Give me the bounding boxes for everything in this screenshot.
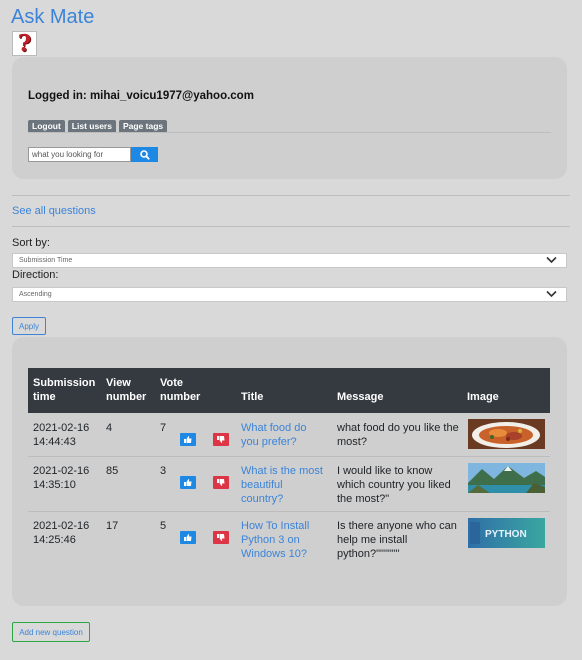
divider <box>28 456 550 457</box>
sort-by-value: Submission Time <box>19 257 73 264</box>
cell-message: what food do you like the most? <box>337 422 459 448</box>
question-image <box>468 419 545 449</box>
header-title: Title <box>241 391 264 403</box>
apply-button[interactable]: Apply <box>12 317 46 335</box>
vote-up-button[interactable] <box>180 531 196 544</box>
question-logo-icon: ? <box>12 31 37 56</box>
header-image: Image <box>467 391 499 403</box>
question-title-link[interactable]: What is the most beautiful country? <box>241 464 326 506</box>
question-title-link[interactable]: How To Install Python 3 on Windows 10? <box>241 519 329 561</box>
cell-submission-time: 2021-02-16 14:44:43 <box>33 422 90 448</box>
cell-submission-time: 2021-02-16 14:25:46 <box>33 520 90 546</box>
cell-view-number: 85 <box>106 465 119 477</box>
thumbs-down-icon <box>217 436 225 443</box>
vote-down-button[interactable] <box>213 433 229 446</box>
divider <box>28 511 550 512</box>
python-banner-text: PYTHON <box>485 529 527 540</box>
chevron-down-icon <box>546 290 557 298</box>
vote-up-button[interactable] <box>180 476 196 489</box>
sort-by-select[interactable]: Submission Time <box>12 253 567 268</box>
cell-message: Is there anyone who can help me install … <box>337 520 457 560</box>
question-image <box>468 463 545 493</box>
chevron-down-icon <box>546 256 557 264</box>
questions-table-panel: Submission time View number Vote number … <box>12 337 567 606</box>
cell-vote-number: 5 <box>160 520 167 532</box>
cell-view-number: 17 <box>106 520 119 532</box>
header-submission-time: Submission time <box>33 377 96 403</box>
divider <box>12 195 570 196</box>
thumbs-down-icon <box>217 479 225 486</box>
sort-by-label: Sort by: <box>12 237 50 249</box>
thumbs-up-icon <box>184 436 192 443</box>
cell-message: I would like to know which country you l… <box>337 465 451 505</box>
direction-label: Direction: <box>12 269 59 281</box>
direction-value: Ascending <box>19 291 52 298</box>
thumbs-down-icon <box>217 534 225 541</box>
thumbs-up-icon <box>184 479 192 486</box>
thumbs-up-icon <box>184 534 192 541</box>
logged-in-text: Logged in: mihai_voicu1977@yahoo.com <box>28 90 254 102</box>
search-input[interactable]: what you looking for <box>28 147 131 162</box>
cell-view-number: 4 <box>106 422 113 434</box>
see-all-questions-link[interactable]: See all questions <box>12 205 96 217</box>
vote-down-button[interactable] <box>213 476 229 489</box>
header-view-number: View number <box>106 377 147 403</box>
search-icon <box>139 149 150 160</box>
user-panel: Logged in: mihai_voicu1977@yahoo.com Log… <box>12 57 567 179</box>
header-vote-number: Vote number <box>160 377 201 403</box>
question-title-link[interactable]: What food do you prefer? <box>241 421 326 449</box>
vote-down-button[interactable] <box>213 531 229 544</box>
divider <box>28 132 551 133</box>
app-title[interactable]: Ask Mate <box>11 6 94 29</box>
search-button[interactable] <box>131 147 158 162</box>
python-banner-image: PYTHON <box>468 518 545 548</box>
divider <box>12 226 570 227</box>
header-message: Message <box>337 391 384 403</box>
table-header: Submission time View number Vote number … <box>28 368 550 413</box>
question-image: PYTHON <box>468 518 545 548</box>
direction-select[interactable]: Ascending <box>12 287 567 302</box>
landscape-image-icon <box>468 463 545 493</box>
cell-submission-time: 2021-02-16 14:35:10 <box>33 465 90 491</box>
add-new-question-button[interactable]: Add new question <box>12 622 90 642</box>
vote-up-button[interactable] <box>180 433 196 446</box>
cell-vote-number: 3 <box>160 465 167 477</box>
cell-vote-number: 7 <box>160 422 167 434</box>
food-image-icon <box>468 419 545 449</box>
